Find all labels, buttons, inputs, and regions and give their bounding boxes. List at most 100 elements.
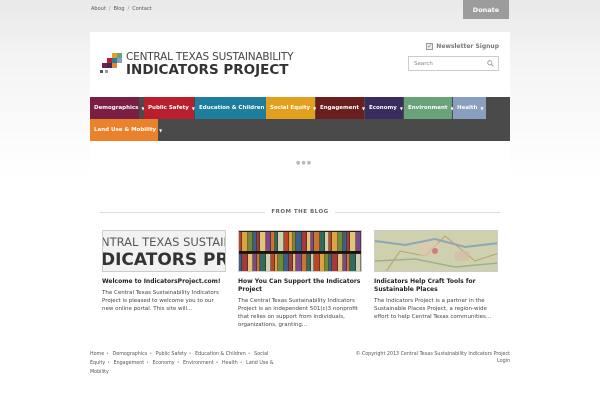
book-spine — [248, 254, 253, 271]
book-spine — [239, 232, 242, 251]
book-spine — [266, 232, 271, 251]
footer-link-environment[interactable]: Environment — [183, 361, 214, 366]
footer-links: Home • Demographics • Public Safety • Educa… — [90, 350, 290, 377]
post-title[interactable]: Indicators Help Craft Tools for Sustaina… — [374, 278, 498, 294]
nav-item-land-use-mobility[interactable]: Land Use & Mobility ▼ — [90, 119, 162, 141]
book-spine — [293, 232, 296, 251]
book-spine — [347, 254, 350, 271]
login-link[interactable]: Login — [497, 359, 510, 364]
book-spine — [242, 254, 248, 271]
nav-label: Engagement — [320, 105, 359, 111]
site-header: CENTRAL TEXAS SUSTAINABILITY INDICATORS … — [90, 32, 510, 97]
link-separator: / — [127, 6, 130, 12]
book-spine — [329, 254, 332, 271]
book-spine — [257, 232, 260, 251]
nav-label: Demographics — [94, 105, 139, 111]
nav-label: Education & Children — [199, 105, 265, 111]
book-spine — [284, 254, 289, 271]
site-logo[interactable]: CENTRAL TEXAS SUSTAINABILITY INDICATORS … — [100, 52, 294, 78]
search-input[interactable]: Search — [408, 56, 499, 71]
post-thumbnail[interactable] — [238, 230, 362, 272]
post-excerpt: The Central Texas Sustainability Indicat… — [102, 290, 219, 312]
top-bar: About / Blog / Contact Donate — [0, 0, 600, 19]
book-spine — [271, 232, 275, 251]
post-title[interactable]: How You Can Support the Indicators Proje… — [238, 278, 362, 294]
book-spine — [356, 254, 361, 271]
footer-link-education-children[interactable]: Education & Children — [195, 352, 246, 357]
book-spine — [275, 254, 278, 271]
book-spine — [343, 232, 347, 251]
logo-text: CENTRAL TEXAS SUSTAINABILITY INDICATORS … — [126, 52, 294, 78]
bullet: • — [149, 352, 153, 357]
nav-label: Economy — [369, 105, 397, 111]
post-excerpt: The Central Texas Sustainability Indicat… — [238, 298, 358, 328]
book-spine — [311, 254, 314, 271]
contact-link[interactable]: Contact — [132, 6, 151, 12]
nav-item-public-safety[interactable]: Public Safety ▼ — [144, 97, 195, 119]
bullet: • — [239, 361, 243, 366]
donate-button[interactable]: Donate — [463, 0, 509, 19]
bullet: • — [247, 352, 251, 357]
nav-item-social-equity[interactable]: Social Equity ▼ — [266, 97, 316, 119]
nav-label: Health — [457, 105, 478, 111]
logo-mark-icon — [100, 53, 122, 77]
nav-item-demographics[interactable]: Demographics ▼ — [90, 97, 145, 119]
bullet: • — [215, 361, 219, 366]
post-thumbnail[interactable]: NTRAL TEXAS SUSTAIN DICATORS PRO — [102, 230, 226, 272]
book-spine — [343, 254, 347, 271]
thumb-text-line1: NTRAL TEXAS SUSTAIN — [102, 235, 226, 249]
bullet: • — [107, 361, 111, 366]
book-spine — [239, 254, 242, 271]
nav-item-education-children[interactable]: Education & Children▼ — [195, 97, 271, 119]
book-spine — [325, 254, 329, 271]
nav-label: Public Safety — [148, 105, 189, 111]
book-spine — [320, 232, 325, 251]
search-placeholder: Search — [414, 61, 433, 67]
chevron-down-icon: ▼ — [399, 105, 403, 111]
book-spine — [307, 254, 311, 271]
blog-section-header: FROM THE BLOG — [100, 208, 500, 218]
nav-item-health[interactable]: Health ▼ — [453, 97, 486, 119]
thumb-text-line2: DICATORS PRO — [102, 250, 225, 270]
book-spine — [284, 232, 289, 251]
book-spine — [278, 254, 284, 271]
footer-link-home[interactable]: Home — [90, 352, 104, 357]
book-spine — [338, 254, 343, 271]
book-spine — [332, 254, 338, 271]
newsletter-signup[interactable]: ✓ Newsletter Signup — [426, 43, 499, 50]
book-spine — [260, 232, 266, 251]
footer-link-public-safety[interactable]: Public Safety — [156, 352, 187, 357]
bullet: • — [146, 361, 149, 366]
book-spine — [356, 232, 361, 251]
divider — [100, 212, 265, 213]
bullet: • — [106, 352, 110, 357]
book-spine — [311, 232, 314, 251]
book-spine — [260, 254, 266, 271]
search-icon[interactable] — [487, 60, 494, 67]
footer-link-economy[interactable]: Economy — [153, 361, 175, 366]
book-spine — [314, 232, 320, 251]
footer-link-engagement[interactable]: Engagement — [114, 361, 145, 366]
nav-item-economy[interactable]: Economy ▼ — [365, 97, 403, 119]
blog-post-3: Indicators Help Craft Tools for Sustaina… — [374, 230, 498, 321]
about-link[interactable]: About — [91, 6, 106, 12]
nav-item-environment[interactable]: Environment▼ — [404, 97, 454, 119]
chevron-down-icon: ▼ — [480, 105, 484, 111]
book-spine — [278, 232, 284, 251]
book-spine — [329, 232, 332, 251]
book-spine — [271, 254, 275, 271]
book-spine — [257, 254, 260, 271]
bullet: • — [176, 361, 180, 366]
nav-item-engagement[interactable]: Engagement ▼ — [316, 97, 365, 119]
footer-link-health[interactable]: Health — [222, 361, 238, 366]
blog-link[interactable]: Blog — [113, 6, 124, 12]
footer-link-demographics[interactable]: Demographics — [113, 352, 148, 357]
top-links: About / Blog / Contact — [91, 6, 152, 12]
book-spine — [307, 232, 311, 251]
map-image — [375, 231, 497, 271]
post-title[interactable]: Welcome to IndicatorsProject.com! — [102, 278, 226, 286]
post-thumbnail[interactable] — [374, 230, 498, 272]
book-spine — [361, 254, 362, 272]
book-spine — [350, 254, 356, 271]
carousel-dots[interactable]: ●●● — [296, 160, 312, 166]
